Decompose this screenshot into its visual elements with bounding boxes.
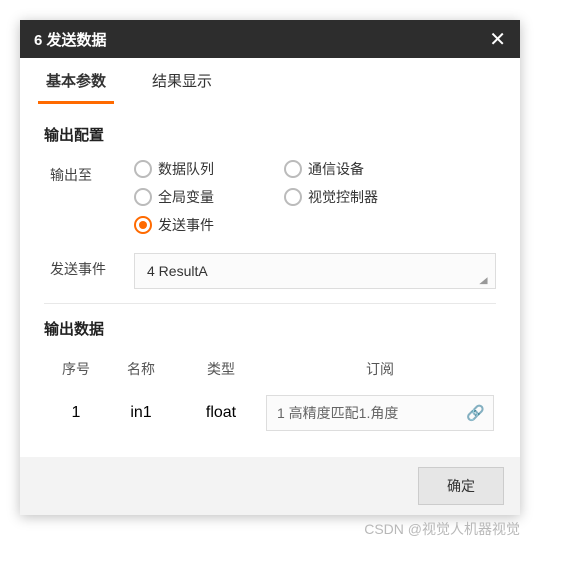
radio-comm-device[interactable]: 通信设备 xyxy=(284,159,434,179)
divider xyxy=(44,303,496,304)
tab-bar: 基本参数 结果显示 xyxy=(20,58,520,104)
subscribe-input[interactable]: 1 高精度匹配1.角度 🔗 xyxy=(266,395,494,431)
output-table-header: 序号 名称 类型 订阅 xyxy=(44,353,496,389)
radio-data-queue[interactable]: 数据队列 xyxy=(134,159,284,179)
tab-basic-params[interactable]: 基本参数 xyxy=(38,58,114,104)
radio-label: 发送事件 xyxy=(158,215,214,235)
ok-button[interactable]: 确定 xyxy=(418,467,504,505)
row-output-to: 输出至 数据队列 通信设备 全局变量 视觉控制器 发送事件 xyxy=(44,159,496,243)
watermark: CSDN @视觉人机器视觉 xyxy=(20,519,520,539)
radio-circle-icon xyxy=(134,160,152,178)
radio-label: 视觉控制器 xyxy=(308,187,378,207)
radio-label: 数据队列 xyxy=(158,159,214,179)
header-name: 名称 xyxy=(106,359,176,379)
dialog-footer: 确定 xyxy=(20,457,520,515)
send-event-select[interactable]: 4 ResultA xyxy=(134,253,496,289)
header-subscribe: 订阅 xyxy=(266,359,494,379)
radio-circle-icon xyxy=(284,188,302,206)
row-send-event: 发送事件 4 ResultA xyxy=(44,253,496,289)
radio-global-var[interactable]: 全局变量 xyxy=(134,187,284,207)
header-type: 类型 xyxy=(176,359,266,379)
radio-vision-controller[interactable]: 视觉控制器 xyxy=(284,187,434,207)
cell-index: 1 xyxy=(46,404,106,422)
radio-circle-icon xyxy=(134,216,152,234)
section-output-data: 输出数据 xyxy=(44,318,496,339)
dialog-title: 6 发送数据 xyxy=(34,29,107,50)
radio-label: 通信设备 xyxy=(308,159,364,179)
header-index: 序号 xyxy=(46,359,106,379)
dialog-body: 输出配置 输出至 数据队列 通信设备 全局变量 视觉控制器 发送事件 发送事件 xyxy=(20,104,520,457)
send-data-dialog: 6 发送数据 ✕ 基本参数 结果显示 输出配置 输出至 数据队列 通信设备 全局… xyxy=(20,20,520,515)
send-event-value: 4 ResultA xyxy=(147,263,208,279)
cell-name: in1 xyxy=(106,404,176,422)
output-to-options: 数据队列 通信设备 全局变量 视觉控制器 发送事件 xyxy=(134,159,496,243)
radio-send-event[interactable]: 发送事件 xyxy=(134,215,284,235)
radio-label: 全局变量 xyxy=(158,187,214,207)
link-icon[interactable]: 🔗 xyxy=(466,404,485,422)
tab-result-display[interactable]: 结果显示 xyxy=(144,58,220,104)
radio-circle-icon xyxy=(134,188,152,206)
cell-type: float xyxy=(176,404,266,422)
output-to-label: 输出至 xyxy=(44,159,134,185)
radio-circle-icon xyxy=(284,160,302,178)
titlebar: 6 发送数据 ✕ xyxy=(20,20,520,58)
table-row: 1 in1 float 1 高精度匹配1.角度 🔗 xyxy=(44,389,496,437)
section-output-config: 输出配置 xyxy=(44,124,496,145)
send-event-label: 发送事件 xyxy=(44,253,134,279)
close-icon[interactable]: ✕ xyxy=(489,27,506,52)
subscribe-value: 1 高精度匹配1.角度 xyxy=(277,403,398,423)
